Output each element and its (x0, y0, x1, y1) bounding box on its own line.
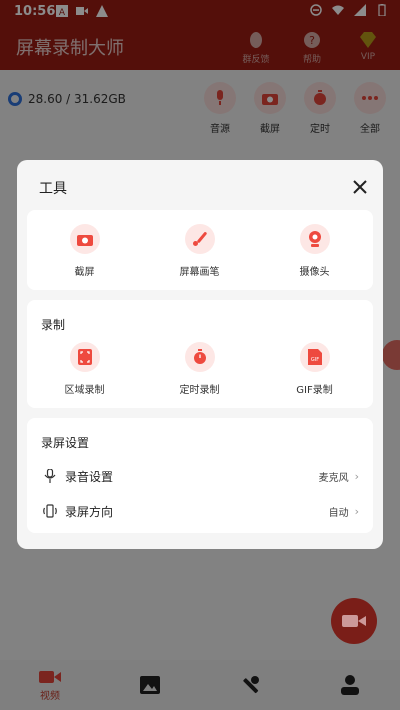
dialog-title: 工具 (39, 181, 67, 197)
audio-setting-row[interactable]: 录音设置 麦克风 › (27, 461, 373, 491)
record-settings-card: 录屏设置 录音设置 麦克风 › 录屏方向 自动 › (27, 418, 373, 533)
region-record-icon (77, 349, 92, 365)
svg-text:GIF: GIF (310, 357, 318, 363)
tool-screenshot[interactable]: 截屏 (27, 224, 142, 278)
settings-section-title: 录屏设置 (41, 436, 90, 450)
tools-card: 截屏 屏幕画笔 摄像头 (27, 210, 373, 290)
camera-icon (76, 234, 93, 246)
record-timed[interactable]: 定时录制 (142, 342, 257, 396)
record-fab[interactable] (331, 598, 377, 644)
timer-icon (193, 349, 206, 364)
webcam-icon (308, 231, 321, 247)
tool-screen-brush[interactable]: 屏幕画笔 (142, 224, 257, 278)
microphone-icon (44, 469, 56, 483)
chevron-right-icon: › (354, 504, 359, 518)
gif-icon: GIF (307, 349, 322, 365)
close-icon[interactable] (351, 178, 369, 196)
record-card: 录制 区域录制 定时录制 GIF GIF录制 (27, 300, 373, 408)
tools-dialog: 工具 截屏 屏幕画笔 摄像头 录制 区域录制 定时录制 GIF GIF录制 录屏… (17, 160, 383, 549)
record-section-title: 录制 (41, 318, 66, 332)
rotate-icon (43, 504, 57, 518)
tool-webcam[interactable]: 摄像头 (257, 224, 372, 278)
orientation-setting-row[interactable]: 录屏方向 自动 › (27, 496, 373, 526)
record-region[interactable]: 区域录制 (27, 342, 142, 396)
brush-icon (192, 232, 207, 246)
record-gif[interactable]: GIF GIF录制 (257, 342, 372, 396)
video-camera-icon (342, 615, 366, 627)
chevron-right-icon: › (354, 469, 359, 483)
